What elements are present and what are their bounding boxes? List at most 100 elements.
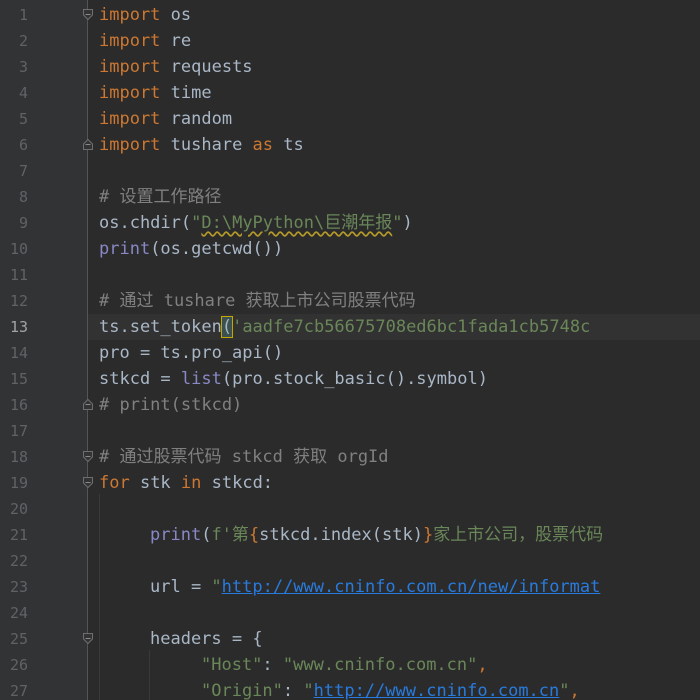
code-text: re bbox=[160, 31, 192, 51]
code-line-2[interactable]: import re bbox=[88, 28, 700, 54]
builtin: list bbox=[180, 369, 222, 389]
code-text: ) bbox=[402, 213, 413, 233]
string-literal: D:\MyPython\巨潮年报 bbox=[201, 213, 393, 233]
line-number-20: 20 bbox=[9, 500, 28, 518]
string-literal: 家上市公司，股票代码 bbox=[433, 525, 604, 545]
code-text: headers = { bbox=[150, 629, 263, 649]
line-number-6: 6 bbox=[18, 136, 28, 154]
code-line-13-current[interactable]: ts.set_token('aadfe7cb56675708ed6bc1fada… bbox=[88, 314, 700, 340]
line-number-3: 3 bbox=[18, 58, 28, 76]
code-line-14[interactable]: pro = ts.pro_api() bbox=[88, 340, 700, 366]
line-number-8: 8 bbox=[18, 188, 28, 206]
comment: # 通过股票代码 stkcd 获取 orgId bbox=[99, 447, 389, 467]
line-number-16: 16 bbox=[9, 396, 28, 414]
code-text: stkcd.index(stk) bbox=[259, 525, 423, 545]
string-literal: 'aadfe7cb56675708ed6bc1fada1cb5748c bbox=[232, 317, 591, 337]
comment: # 通过 tushare 获取上市公司股票代码 bbox=[99, 291, 416, 311]
code-line-26[interactable]: "Host": "www.cninfo.com.cn", bbox=[88, 652, 700, 678]
code-line-20[interactable] bbox=[88, 496, 700, 522]
keyword: in bbox=[180, 473, 202, 493]
line-number-22: 22 bbox=[9, 552, 28, 570]
code-line-4[interactable]: import time bbox=[88, 80, 700, 106]
line-number-gutter[interactable]: 1 2 3 4 5 6 7 8 9 10 11 12 13 14 15 16 17 18 19 20 21 22 23 24 2… bbox=[0, 0, 93, 700]
builtin: print bbox=[150, 525, 202, 545]
code-line-17[interactable] bbox=[88, 418, 700, 444]
code-line-16[interactable]: # print(stkcd) bbox=[88, 392, 700, 418]
line-number-1: 1 bbox=[18, 6, 28, 24]
code-text: os bbox=[160, 5, 192, 25]
line-number-15: 15 bbox=[9, 370, 28, 388]
code-text: : bbox=[282, 681, 304, 700]
code-line-11[interactable] bbox=[88, 262, 700, 288]
keyword: for bbox=[99, 473, 130, 493]
code-text: time bbox=[160, 83, 212, 103]
code-line-19[interactable]: for stk in stkcd: bbox=[88, 470, 700, 496]
line-number-14: 14 bbox=[9, 344, 28, 362]
code-line-1[interactable]: import os bbox=[88, 2, 700, 28]
string-quote: " bbox=[392, 213, 403, 233]
string-literal: f'第 bbox=[211, 525, 249, 545]
code-line-24[interactable] bbox=[88, 600, 700, 626]
code-text: pro = ts.pro_api() bbox=[99, 343, 284, 363]
line-number-18: 18 bbox=[9, 448, 28, 466]
string-quote: " bbox=[211, 577, 222, 597]
code-line-5[interactable]: import random bbox=[88, 106, 700, 132]
keyword: as bbox=[252, 135, 274, 155]
code-text: (os.getcwd()) bbox=[150, 239, 284, 259]
code-line-8[interactable]: # 设置工作路径 bbox=[88, 184, 700, 210]
code-text: url = bbox=[150, 577, 212, 597]
url-link[interactable]: http://www.cninfo.com.cn/new/informat bbox=[222, 577, 601, 597]
keyword: import bbox=[99, 57, 161, 77]
line-number-11: 11 bbox=[9, 266, 28, 284]
code-text: : bbox=[262, 655, 283, 675]
code-line-27[interactable]: "Origin": "http://www.cninfo.com.cn", bbox=[88, 678, 700, 700]
code-line-7[interactable] bbox=[88, 158, 700, 184]
keyword: import bbox=[99, 31, 161, 51]
code-text: random bbox=[160, 109, 233, 129]
line-number-10: 10 bbox=[9, 240, 28, 258]
code-editor[interactable]: 1 2 3 4 5 6 7 8 9 10 11 12 13 14 15 16 17 18 19 20 21 22 23 24 2… bbox=[0, 0, 700, 700]
code-line-25[interactable]: headers = { bbox=[88, 626, 700, 652]
code-line-12[interactable]: # 通过 tushare 获取上市公司股票代码 bbox=[88, 288, 700, 314]
code-line-21[interactable]: print(f'第{stkcd.index(stk)}家上市公司，股票代码 bbox=[88, 522, 700, 548]
code-text: os.chdir( bbox=[99, 213, 192, 233]
url-link[interactable]: http://www.cninfo.com.cn bbox=[314, 681, 560, 700]
code-line-15[interactable]: stkcd = list(pro.stock_basic().symbol) bbox=[88, 366, 700, 392]
keyword: import bbox=[99, 83, 161, 103]
code-line-6[interactable]: import tushare as ts bbox=[88, 132, 700, 158]
line-number-5: 5 bbox=[18, 110, 28, 128]
string-quote: " bbox=[559, 681, 570, 700]
line-number-27: 27 bbox=[9, 682, 28, 700]
line-number-23: 23 bbox=[9, 578, 28, 596]
line-number-21: 21 bbox=[9, 526, 28, 544]
keyword: import bbox=[99, 5, 161, 25]
code-line-22[interactable] bbox=[88, 548, 700, 574]
line-number-9: 9 bbox=[18, 214, 28, 232]
string-literal: "www.cninfo.com.cn" bbox=[282, 655, 478, 675]
line-number-19: 19 bbox=[9, 474, 28, 492]
builtin: print bbox=[99, 239, 151, 259]
matched-bracket: ( bbox=[220, 316, 234, 338]
code-line-18[interactable]: # 通过股票代码 stkcd 获取 orgId bbox=[88, 444, 700, 470]
fstring-brace: { bbox=[248, 525, 260, 545]
keyword: import bbox=[99, 135, 161, 155]
code-text: stkcd = bbox=[99, 369, 181, 389]
code-line-10[interactable]: print(os.getcwd()) bbox=[88, 236, 700, 262]
string-quote: " bbox=[303, 681, 314, 700]
code-text: tushare bbox=[160, 135, 253, 155]
code-text: (pro.stock_basic().symbol) bbox=[221, 369, 488, 389]
comment: # 设置工作路径 bbox=[99, 187, 222, 207]
code-text: stk bbox=[129, 473, 181, 493]
line-number-13: 13 bbox=[9, 318, 28, 336]
code-line-23[interactable]: url = "http://www.cninfo.com.cn/new/info… bbox=[88, 574, 700, 600]
code-line-3[interactable]: import requests bbox=[88, 54, 700, 80]
keyword: import bbox=[99, 109, 161, 129]
code-area[interactable]: import os import re import requests impo… bbox=[88, 0, 700, 700]
code-line-9[interactable]: os.chdir("D:\MyPython\巨潮年报") bbox=[88, 210, 700, 236]
string-literal: "Host" bbox=[201, 655, 263, 675]
string-literal: "Origin" bbox=[201, 681, 283, 700]
line-number-7: 7 bbox=[18, 162, 28, 180]
code-text: , bbox=[569, 681, 580, 700]
comment: # print(stkcd) bbox=[99, 395, 243, 415]
code-text: ( bbox=[201, 525, 212, 545]
